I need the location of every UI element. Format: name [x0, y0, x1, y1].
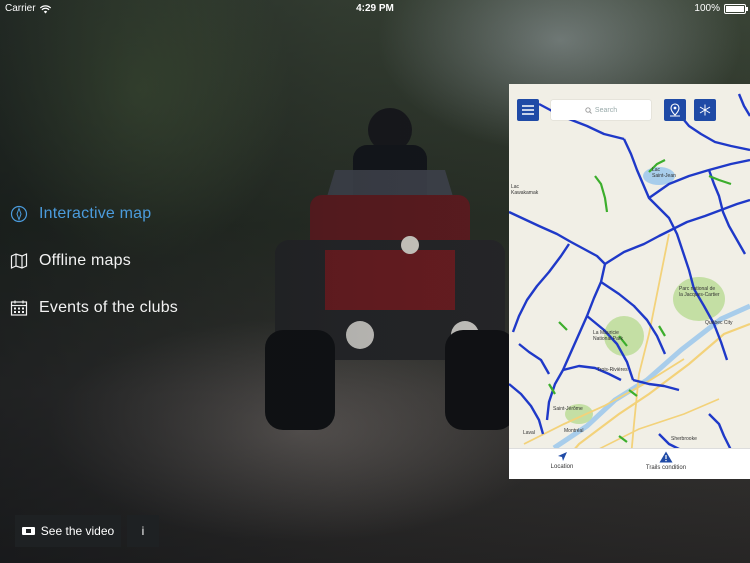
- menu-item-offline-maps[interactable]: Offline maps: [10, 237, 178, 284]
- compass-icon: [10, 205, 28, 223]
- map-preview: Lac Saint-Jean Parc national de la Jacques…: [509, 84, 750, 479]
- info-label: i: [141, 524, 145, 538]
- battery-icon: [724, 4, 748, 14]
- map-search-field[interactable]: Search: [551, 100, 651, 120]
- map-bottom-bar: Location Trails condition: [509, 448, 750, 479]
- trail-map: Lac Saint-Jean Parc national de la Jacques…: [509, 84, 750, 479]
- map-toolbar: Search: [509, 84, 750, 124]
- snowflake-icon: [699, 104, 711, 116]
- map-tab-location[interactable]: Location: [545, 451, 579, 470]
- menu-label-offline-maps: Offline maps: [39, 251, 131, 269]
- menu-item-events[interactable]: Events of the clubs: [10, 284, 178, 331]
- label-jacques-cartier: Parc national de la Jacques-Cartier: [679, 286, 720, 298]
- ticket-icon: [21, 527, 35, 535]
- map-filter-button[interactable]: [694, 99, 716, 121]
- hamburger-icon: [522, 105, 534, 115]
- label-quebec-city: Québec City: [705, 320, 733, 326]
- navigation-arrow-icon: [557, 452, 567, 461]
- label-montreal: Montréal: [564, 428, 583, 434]
- map-tab-trails-label: Trails condition: [645, 465, 687, 471]
- label-trois-rivieres: Trois-Rivières: [597, 367, 628, 373]
- clock: 4:29 PM: [356, 3, 394, 14]
- label-sherbrooke: Sherbrooke: [671, 436, 697, 442]
- status-bar: Carrier 4:29 PM 100%: [0, 0, 750, 18]
- warning-triangle-icon: [659, 451, 673, 463]
- map-search-placeholder: Search: [594, 106, 618, 114]
- see-video-button[interactable]: See the video: [15, 515, 121, 547]
- map-tab-location-label: Location: [550, 464, 574, 470]
- info-button[interactable]: i: [127, 515, 159, 547]
- map-menu-button[interactable]: [517, 99, 539, 121]
- calendar-icon: [10, 299, 28, 317]
- map-tab-trails-condition[interactable]: Trails condition: [641, 451, 691, 471]
- location-pin-icon: [670, 103, 680, 117]
- search-icon: [585, 106, 592, 114]
- main-menu: Interactive map Offline maps Events of t…: [10, 190, 178, 331]
- menu-label-interactive-map: Interactive map: [39, 204, 152, 222]
- label-saint-jerome: Saint-Jérôme: [553, 406, 583, 412]
- map-icon: [10, 252, 28, 270]
- battery-percent: 100%: [694, 3, 720, 14]
- label-laval: Laval: [523, 430, 535, 436]
- menu-label-events: Events of the clubs: [39, 298, 178, 316]
- menu-item-interactive-map[interactable]: Interactive map: [10, 190, 178, 237]
- map-location-button[interactable]: [664, 99, 686, 121]
- see-video-label: See the video: [40, 524, 115, 538]
